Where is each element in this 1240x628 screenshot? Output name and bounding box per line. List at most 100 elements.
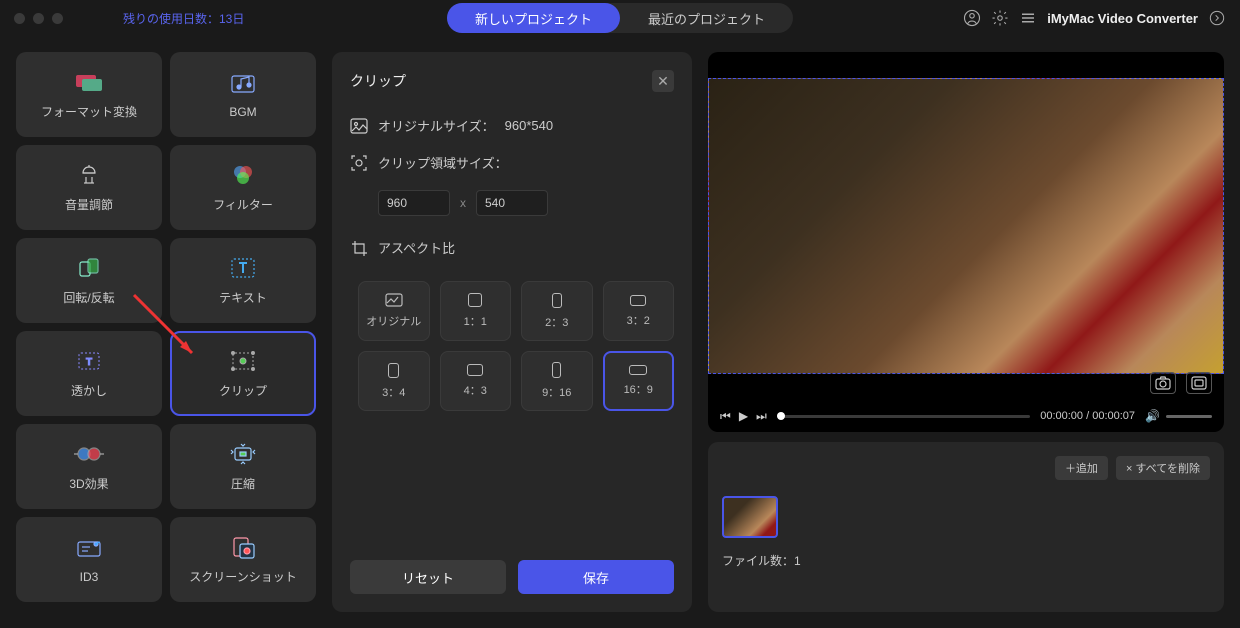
panel-title: クリップ	[350, 71, 406, 91]
aspect-label: 9：16	[542, 384, 571, 400]
project-tabs: 新しいプロジェクト 最近のプロジェクト	[447, 3, 793, 33]
tool-clip[interactable]: クリップ	[170, 331, 316, 416]
tool-label: 音量調節	[65, 196, 113, 213]
tool-label: スクリーンショット	[189, 568, 296, 585]
tool-3d-effect[interactable]: 3D効果	[16, 424, 162, 509]
tool-bgm[interactable]: BGM	[170, 52, 316, 137]
player-bar: ⏮ ▶ ⏭ 00:00:00 / 00:00:07 🔊	[708, 400, 1224, 432]
tool-sidebar: フォーマット変換 BGM 音量調節 フィルター 回転/反転 テキスト T 透かし	[16, 52, 316, 612]
original-size-value: 960*540	[505, 118, 553, 133]
tab-recent-project[interactable]: 最近のプロジェクト	[620, 3, 793, 33]
aspect-label: 16：9	[624, 381, 653, 397]
tool-label: BGM	[229, 105, 256, 119]
play-button[interactable]: ▶	[739, 409, 748, 424]
aspect-shape-icon	[467, 364, 483, 376]
aspect-shape-icon	[388, 363, 399, 378]
tool-label: 回転/反転	[63, 289, 114, 306]
aspect-9-16[interactable]: 9：16	[521, 351, 593, 411]
tool-filter[interactable]: フィルター	[170, 145, 316, 230]
aspect-shape-icon	[630, 295, 646, 306]
preview-video[interactable]	[708, 52, 1224, 400]
aspect-4-3[interactable]: 4：3	[440, 351, 512, 411]
file-thumbnail[interactable]	[722, 496, 778, 538]
fullscreen-icon[interactable]	[1186, 372, 1212, 394]
tool-label: 3D効果	[69, 475, 108, 492]
tool-compress[interactable]: 圧縮	[170, 424, 316, 509]
tool-rotate-flip[interactable]: 回転/反転	[16, 238, 162, 323]
tool-text[interactable]: テキスト	[170, 238, 316, 323]
clip-width-input[interactable]	[378, 190, 450, 216]
rotate-icon	[74, 255, 104, 281]
watermark-icon: T	[74, 348, 104, 374]
maximize-window-button[interactable]	[52, 13, 63, 24]
aspect-shape-icon	[385, 293, 403, 307]
original-size-label: オリジナルサイズ：	[378, 116, 495, 135]
aspect-label: 1：1	[464, 313, 487, 329]
tool-watermark[interactable]: T 透かし	[16, 331, 162, 416]
aspect-label: 2：3	[545, 314, 568, 330]
aspect-shape-icon	[468, 293, 482, 307]
tool-label: フィルター	[213, 196, 273, 213]
tool-label: テキスト	[219, 289, 267, 306]
expand-icon[interactable]	[1208, 9, 1226, 27]
aspect-original[interactable]: オリジナル	[358, 281, 430, 341]
save-button[interactable]: 保存	[518, 560, 674, 594]
preview-box: ⏮ ▶ ⏭ 00:00:00 / 00:00:07 🔊	[708, 52, 1224, 432]
window-controls	[14, 13, 63, 24]
volume-slider[interactable]	[1166, 415, 1212, 418]
tool-screenshot[interactable]: スクリーンショット	[170, 517, 316, 602]
aspect-ratio-label: アスペクト比	[378, 238, 455, 257]
aspect-shape-icon	[552, 362, 561, 378]
delete-all-button[interactable]: × すべてを削除	[1116, 456, 1210, 480]
account-icon[interactable]	[963, 9, 981, 27]
thumbnail-row	[722, 496, 1210, 538]
aspect-grid: オリジナル 1：1 2：3 3：2 3：4 4：3	[358, 281, 674, 411]
tool-format-convert[interactable]: フォーマット変換	[16, 52, 162, 137]
add-file-button[interactable]: ＋追加	[1055, 456, 1108, 480]
aspect-1-1[interactable]: 1：1	[440, 281, 512, 341]
reset-button[interactable]: リセット	[350, 560, 506, 594]
tool-label: 圧縮	[231, 475, 255, 492]
svg-text:T: T	[86, 357, 92, 368]
aspect-label: オリジナル	[366, 313, 421, 329]
prev-button[interactable]: ⏮	[720, 409, 731, 424]
close-panel-button[interactable]: ✕	[652, 70, 674, 92]
aspect-16-9[interactable]: 16：9	[603, 351, 675, 411]
clip-height-input[interactable]	[476, 190, 548, 216]
volume-icon[interactable]: 🔊	[1145, 409, 1160, 423]
aspect-2-3[interactable]: 2：3	[521, 281, 593, 341]
menu-icon[interactable]	[1019, 9, 1037, 27]
tool-id3[interactable]: ID3	[16, 517, 162, 602]
tool-volume-adjust[interactable]: 音量調節	[16, 145, 162, 230]
close-window-button[interactable]	[14, 13, 25, 24]
clip-area-label: クリップ領域サイズ：	[378, 153, 508, 172]
next-button[interactable]: ⏭	[756, 409, 767, 424]
clip-panel: クリップ ✕ オリジナルサイズ： 960*540 クリップ領域サイズ： x アス…	[332, 52, 692, 612]
aspect-label: 3：2	[627, 312, 650, 328]
settings-icon[interactable]	[991, 9, 1009, 27]
main-area: フォーマット変換 BGM 音量調節 フィルター 回転/反転 テキスト T 透かし	[0, 36, 1240, 628]
clip-icon	[228, 348, 258, 374]
time-display: 00:00:00 / 00:00:07	[1040, 410, 1135, 422]
aspect-label: 4：3	[464, 382, 487, 398]
seek-handle[interactable]	[777, 412, 785, 420]
snapshot-icon[interactable]	[1150, 372, 1176, 394]
aspect-shape-icon	[629, 365, 647, 375]
aspect-3-2[interactable]: 3：2	[603, 281, 675, 341]
right-panel: ⏮ ▶ ⏭ 00:00:00 / 00:00:07 🔊 ＋追加 × すべてを削除	[708, 52, 1224, 612]
aspect-label: 3：4	[382, 384, 405, 400]
compress-icon	[228, 441, 258, 467]
files-box: ＋追加 × すべてを削除 ファイル数：1	[708, 442, 1224, 612]
minimize-window-button[interactable]	[33, 13, 44, 24]
tool-label: 透かし	[71, 382, 107, 399]
app-name: iMyMac Video Converter	[1047, 11, 1198, 26]
file-count: ファイル数：1	[722, 552, 1210, 569]
bgm-icon	[228, 71, 258, 97]
id3-icon	[74, 536, 104, 562]
tool-label: フォーマット変換	[41, 103, 137, 120]
text-icon	[228, 255, 258, 281]
seek-bar[interactable]	[777, 415, 1030, 418]
aspect-3-4[interactable]: 3：4	[358, 351, 430, 411]
video-frame[interactable]	[708, 78, 1224, 374]
tab-new-project[interactable]: 新しいプロジェクト	[447, 3, 620, 33]
